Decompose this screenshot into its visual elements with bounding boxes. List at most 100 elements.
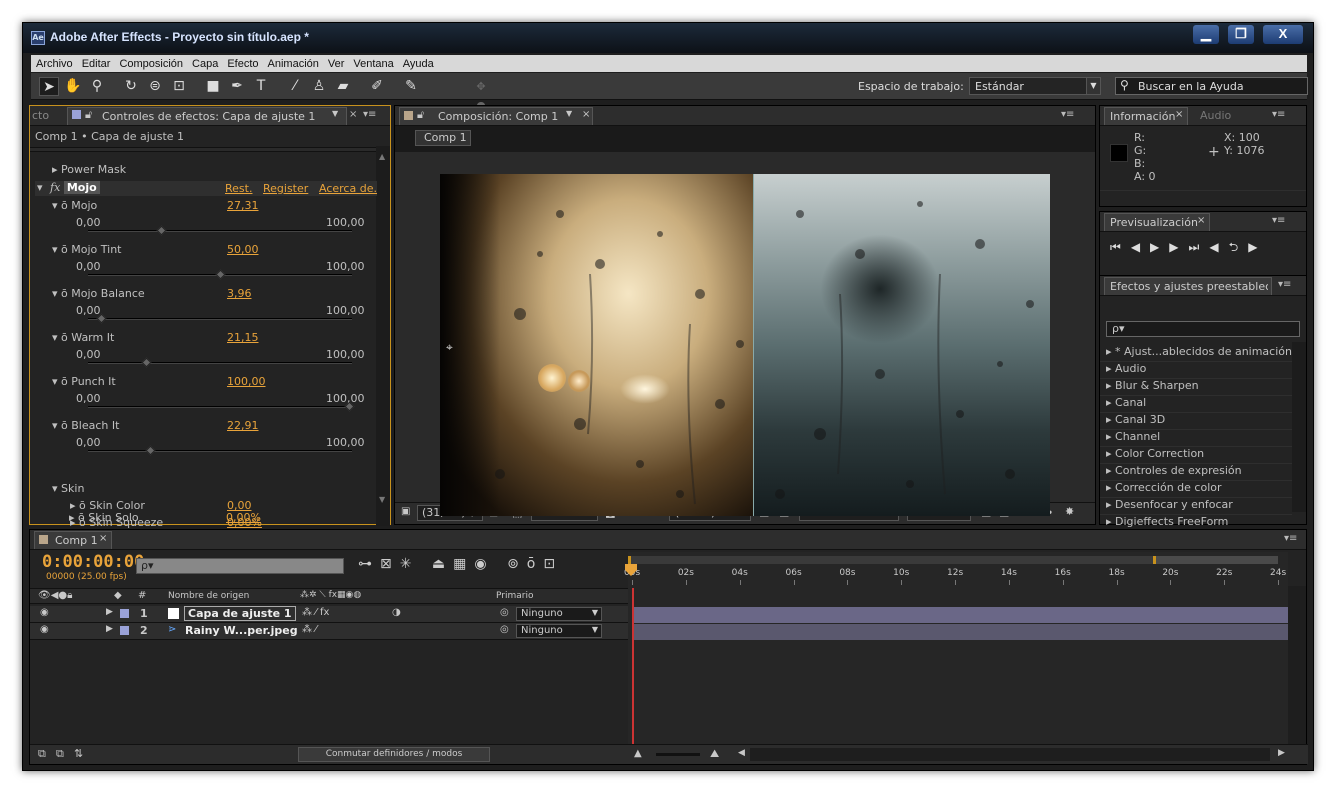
preset-category[interactable]: ▸ Color Correction [1106,447,1204,460]
register-link[interactable]: Register [263,182,308,195]
expand-arrow-icon[interactable]: ▶ [106,624,113,634]
mojo-effect-header[interactable]: ▾ fx Mojo Rest. Register Acerca de. [35,181,377,196]
zoom-out-icon[interactable]: ▲ [634,748,642,759]
preset-category[interactable]: ▸ Canal [1106,396,1146,409]
slider-knob[interactable] [96,313,107,324]
horizontal-scrollbar[interactable] [750,748,1270,761]
preset-category[interactable]: ▸ * Ajust...ablecidos de animación [1106,345,1292,358]
last-frame-icon[interactable]: ⏭ [1189,240,1210,254]
hide-shy-icon[interactable]: ⏏ [432,556,453,572]
stopwatch-icon[interactable]: ō [78,511,85,524]
preset-category[interactable]: ▸ Audio [1106,362,1146,375]
scroll-right-icon[interactable]: ▶ [1278,748,1285,758]
selection-tool-icon[interactable]: ➤ [39,77,59,96]
reset-link[interactable]: Rest. [225,182,252,195]
preset-category[interactable]: ▸ Corrección de color [1106,481,1222,494]
close-button[interactable]: X [1263,25,1303,44]
live-update-icon[interactable]: ⊠ [380,556,400,572]
anchor-point-icon[interactable]: ⌖ [446,340,453,355]
timeline-timecode[interactable]: 0:00:00:00 [42,552,144,572]
help-search-input[interactable]: ⚲ Buscar en la Ayuda [1115,77,1308,95]
preset-category[interactable]: ▸ Blur & Sharpen [1106,379,1199,392]
param-row[interactable]: ▾ ō Punch It [52,375,116,388]
skin-solo-label-row[interactable]: ▸ ō Skin Solo [69,511,139,524]
stopwatch-icon[interactable]: ō [61,287,68,300]
maximize-button[interactable]: ❐ [1228,25,1254,44]
param-value[interactable]: 3,96 [227,287,252,300]
draft-3d-icon[interactable]: ✳ [400,556,420,572]
stopwatch-icon[interactable]: ō [527,556,544,572]
layer-switches-icon[interactable]: ⁂ ⁄ fx [302,607,329,618]
preset-category[interactable]: ▸ Digieffects FreeForm [1106,515,1228,528]
chevron-down-icon[interactable]: ▼ [332,109,338,118]
menu-capa[interactable]: Capa [187,55,222,71]
menu-animacion[interactable]: Animación [263,55,323,71]
scroll-down-icon[interactable]: ▼ [379,495,385,504]
param-value[interactable]: 21,15 [227,331,259,344]
minimize-button[interactable]: ▁ [1193,25,1219,44]
preset-category[interactable]: ▸ Canal 3D [1106,413,1165,426]
layer-name[interactable]: Capa de ajuste 1 [184,606,296,621]
layer-label-color[interactable] [120,626,129,635]
slider-knob[interactable] [215,269,226,280]
close-tab-icon[interactable]: × [99,533,107,544]
magnify-icon[interactable]: ▣ [401,506,410,517]
tab-effects-presets[interactable]: Efectos y ajustes preestablecid [1104,277,1272,295]
about-link[interactable]: Acerca de. [319,182,377,195]
exposure-icon[interactable]: ✸ [1065,505,1074,518]
close-tab-icon[interactable]: × [1175,109,1183,120]
close-tab-icon[interactable]: × [582,109,590,120]
panel-menu-icon[interactable]: ▾≡ [1278,279,1291,290]
stopwatch-icon[interactable]: ō [61,331,68,344]
preset-category[interactable]: ▸ Controles de expresión [1106,464,1242,477]
param-row[interactable]: ▾ ō Bleach It [52,419,119,432]
layer-bar-1[interactable] [634,607,1288,623]
work-area-bar[interactable] [628,556,1278,564]
layer-label-color[interactable] [120,609,129,618]
menu-efecto[interactable]: Efecto [222,55,262,71]
param-slider[interactable] [88,313,352,324]
layer-row-1[interactable]: ◉ ▶ 1 Capa de ajuste 1 ⁂ ⁄ fx ◑ ◎ Ningun… [30,606,630,623]
stopwatch-icon[interactable]: ō [61,243,68,256]
panel-menu-icon[interactable]: ▾≡ [1284,533,1297,544]
timeline-search-input[interactable]: ρ▾ [136,558,344,574]
param-row[interactable]: ▾ ō Mojo [52,199,97,212]
tab-project[interactable]: cto [32,109,49,122]
next-frame-icon[interactable]: ▶ [1169,240,1188,254]
camera-tool-icon[interactable]: ⊜ [145,77,165,96]
stopwatch-icon[interactable]: ō [61,199,68,212]
stopwatch-icon[interactable]: ō [61,419,68,432]
param-row[interactable]: ▾ ō Warm It [52,331,114,344]
param-slider[interactable] [88,269,352,280]
zoom-slider[interactable] [656,753,700,756]
layer-switches-icon[interactable]: ⁂ ⁄ [302,624,317,635]
audio-icon[interactable]: ◀ [1209,240,1228,254]
close-tab-icon[interactable]: × [1197,215,1205,226]
time-graph[interactable]: 00s02s04s06s08s10s12s14s16s18s20s22s24s [624,552,1288,764]
fx-icon[interactable]: fx [50,181,60,194]
vertical-scrollbar[interactable]: ▲ ▼ [376,146,390,526]
parent-select[interactable]: Ninguno ▼ [516,624,602,638]
preset-category[interactable]: ▸ Channel [1106,430,1160,443]
layer-bar-2[interactable] [634,624,1288,640]
menu-ventana[interactable]: Ventana [348,55,397,71]
in-out-toggle-icon[interactable]: ⇅ [74,747,83,760]
menu-archivo[interactable]: Archivo [31,55,77,71]
roto-brush-tool-icon[interactable]: ✐ [367,77,387,96]
brush-tool-icon[interactable]: ⁄ [285,77,305,96]
work-area-range[interactable] [628,556,1156,564]
eraser-tool-icon[interactable]: ▰ [333,77,353,96]
param-value[interactable]: 50,00 [227,243,259,256]
param-value[interactable]: 27,31 [227,199,259,212]
param-value[interactable]: 22,91 [227,419,259,432]
tab-composition[interactable]: 🔓︎ Composición: Comp 1 ▼ × [399,107,593,125]
layer-name[interactable]: Rainy W...per.jpeg [185,624,298,637]
power-mask-row[interactable]: ▸ Power Mask [52,163,126,176]
scroll-left-icon[interactable]: ◀ [738,748,745,758]
tab-effect-controls[interactable]: 🔓︎ Controles de efectos: Capa de ajuste … [67,107,347,125]
rectangle-tool-icon[interactable]: ■ [203,77,223,96]
panel-menu-icon[interactable]: ▾≡ [1272,215,1285,226]
tab-audio[interactable]: Audio [1200,109,1231,122]
presets-scrollbar[interactable] [1292,342,1306,512]
slider-knob[interactable] [157,225,167,236]
